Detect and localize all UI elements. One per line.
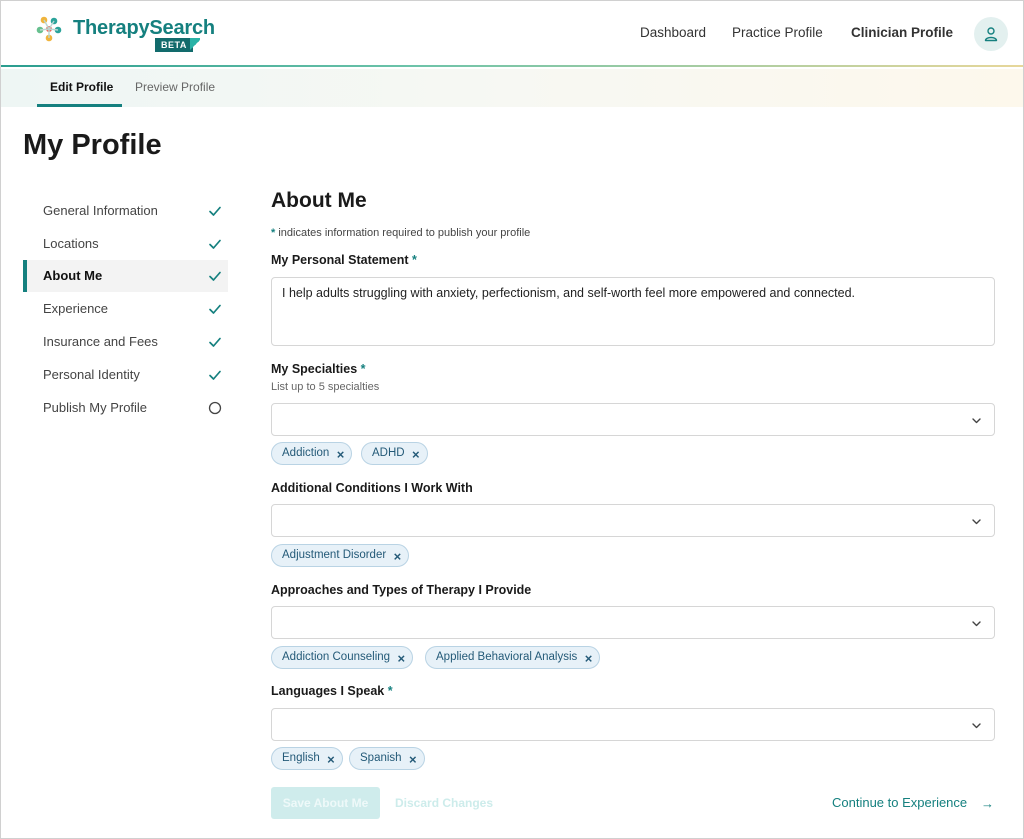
discard-changes-button[interactable]: Discard Changes bbox=[395, 796, 493, 810]
check-icon bbox=[209, 337, 221, 347]
required-star: * bbox=[360, 362, 366, 376]
approach-chip: Addiction Counseling × bbox=[271, 646, 414, 669]
close-icon[interactable]: × bbox=[412, 444, 420, 465]
sidebar-item-about-me[interactable]: About Me bbox=[23, 260, 228, 292]
specialties-label-text: My Specialties bbox=[271, 362, 358, 376]
language-chip: English × bbox=[271, 747, 343, 770]
condition-chip: Adjustment Disorder × bbox=[271, 544, 410, 567]
languages-label: Languages I Speak * bbox=[271, 684, 393, 698]
conditions-label: Additional Conditions I Work With bbox=[271, 481, 473, 495]
arrow-right-icon: → bbox=[981, 796, 994, 811]
logo[interactable]: TherapySearch BETA bbox=[35, 13, 215, 57]
specialty-chip: ADHD × bbox=[361, 442, 428, 465]
brand-name: TherapySearch bbox=[73, 17, 215, 39]
personal-statement-label: My Personal Statement * bbox=[271, 253, 417, 267]
specialties-select[interactable] bbox=[271, 403, 995, 436]
top-header: TherapySearch BETA Dashboard Practice Pr… bbox=[1, 1, 1023, 67]
specialties-label: My Specialties * bbox=[271, 362, 366, 376]
approaches-label: Approaches and Types of Therapy I Provid… bbox=[271, 583, 532, 597]
sidebar-item-publish-my-profile[interactable]: Publish My Profile bbox=[23, 392, 228, 424]
approaches-select[interactable] bbox=[271, 606, 995, 639]
personal-statement-label-text: My Personal Statement bbox=[271, 253, 409, 267]
required-star: * bbox=[271, 227, 276, 239]
beta-badge: BETA bbox=[155, 38, 193, 52]
sidebar-item-label: Publish My Profile bbox=[43, 400, 148, 415]
page-title: My Profile bbox=[23, 129, 162, 161]
chip-label: Adjustment Disorder bbox=[282, 549, 387, 561]
sidebar-item-label: About Me bbox=[43, 268, 103, 283]
sidebar-item-insurance-and-fees[interactable]: Insurance and Fees bbox=[23, 326, 228, 358]
close-icon[interactable]: × bbox=[409, 749, 417, 770]
sidebar-item-label: Locations bbox=[43, 236, 99, 251]
chip-label: Applied Behavioral Analysis bbox=[436, 651, 578, 663]
account-button[interactable] bbox=[974, 17, 1008, 51]
approach-chip: Applied Behavioral Analysis × bbox=[425, 646, 601, 669]
sidebar-item-label: General Information bbox=[43, 203, 158, 218]
sidebar-item-label: Experience bbox=[43, 301, 109, 316]
chevron-down-icon bbox=[972, 621, 981, 627]
conditions-select[interactable] bbox=[271, 504, 995, 537]
nav-dashboard[interactable]: Dashboard bbox=[640, 25, 706, 40]
personal-statement-textarea[interactable]: I help adults struggling with anxiety, p… bbox=[271, 277, 995, 346]
required-note: * indicates information required to publ… bbox=[271, 227, 530, 239]
beta-badge-tail bbox=[190, 38, 200, 52]
required-note-text: indicates information required to publis… bbox=[278, 227, 531, 239]
specialty-chip: Addiction × bbox=[271, 442, 353, 465]
check-icon bbox=[209, 206, 221, 216]
languages-select[interactable] bbox=[271, 708, 995, 741]
logo-mark-icon bbox=[36, 16, 62, 42]
specialties-help: List up to 5 specialties bbox=[271, 381, 380, 393]
chip-label: Addiction bbox=[282, 447, 330, 459]
sidebar-item-personal-identity[interactable]: Personal Identity bbox=[23, 359, 228, 391]
close-icon[interactable]: × bbox=[327, 749, 335, 770]
chip-label: English bbox=[282, 752, 320, 764]
required-star: * bbox=[412, 253, 417, 267]
close-icon[interactable]: × bbox=[585, 648, 593, 669]
check-icon bbox=[209, 370, 221, 380]
chevron-down-icon bbox=[972, 418, 981, 424]
save-button[interactable]: Save About Me bbox=[271, 787, 380, 819]
profile-tabs: Edit Profile Preview Profile bbox=[1, 69, 1023, 107]
app-window: TherapySearch BETA Dashboard Practice Pr… bbox=[0, 0, 1024, 839]
user-icon bbox=[984, 27, 998, 42]
sidebar-item-general-information[interactable]: General Information bbox=[23, 195, 228, 227]
languages-label-text: Languages I Speak bbox=[271, 684, 385, 698]
close-icon[interactable]: × bbox=[397, 648, 405, 669]
check-icon bbox=[209, 239, 221, 249]
close-icon[interactable]: × bbox=[394, 546, 402, 567]
sidebar-item-experience[interactable]: Experience bbox=[23, 293, 228, 325]
close-icon[interactable]: × bbox=[337, 444, 345, 465]
check-icon bbox=[209, 271, 221, 281]
language-chip: Spanish × bbox=[349, 747, 425, 770]
nav-clinician-profile[interactable]: Clinician Profile bbox=[851, 25, 953, 40]
nav-practice-profile[interactable]: Practice Profile bbox=[732, 25, 823, 40]
sidebar-item-label: Personal Identity bbox=[43, 367, 140, 382]
sidebar-item-locations[interactable]: Locations bbox=[23, 228, 228, 260]
check-icon bbox=[209, 304, 221, 314]
section-title: About Me bbox=[271, 189, 367, 212]
sidebar-item-label: Insurance and Fees bbox=[43, 334, 158, 349]
circle-icon bbox=[208, 401, 222, 415]
chip-label: Addiction Counseling bbox=[282, 651, 391, 663]
tab-preview-profile[interactable]: Preview Profile bbox=[135, 80, 215, 94]
chevron-down-icon bbox=[972, 723, 981, 729]
chevron-down-icon bbox=[972, 519, 981, 525]
chip-label: ADHD bbox=[372, 447, 405, 459]
active-tab-indicator bbox=[37, 104, 122, 107]
tab-edit-profile[interactable]: Edit Profile bbox=[50, 80, 113, 94]
required-star: * bbox=[387, 684, 393, 698]
continue-button[interactable]: Continue to Experience bbox=[832, 795, 967, 810]
chip-label: Spanish bbox=[360, 752, 402, 764]
